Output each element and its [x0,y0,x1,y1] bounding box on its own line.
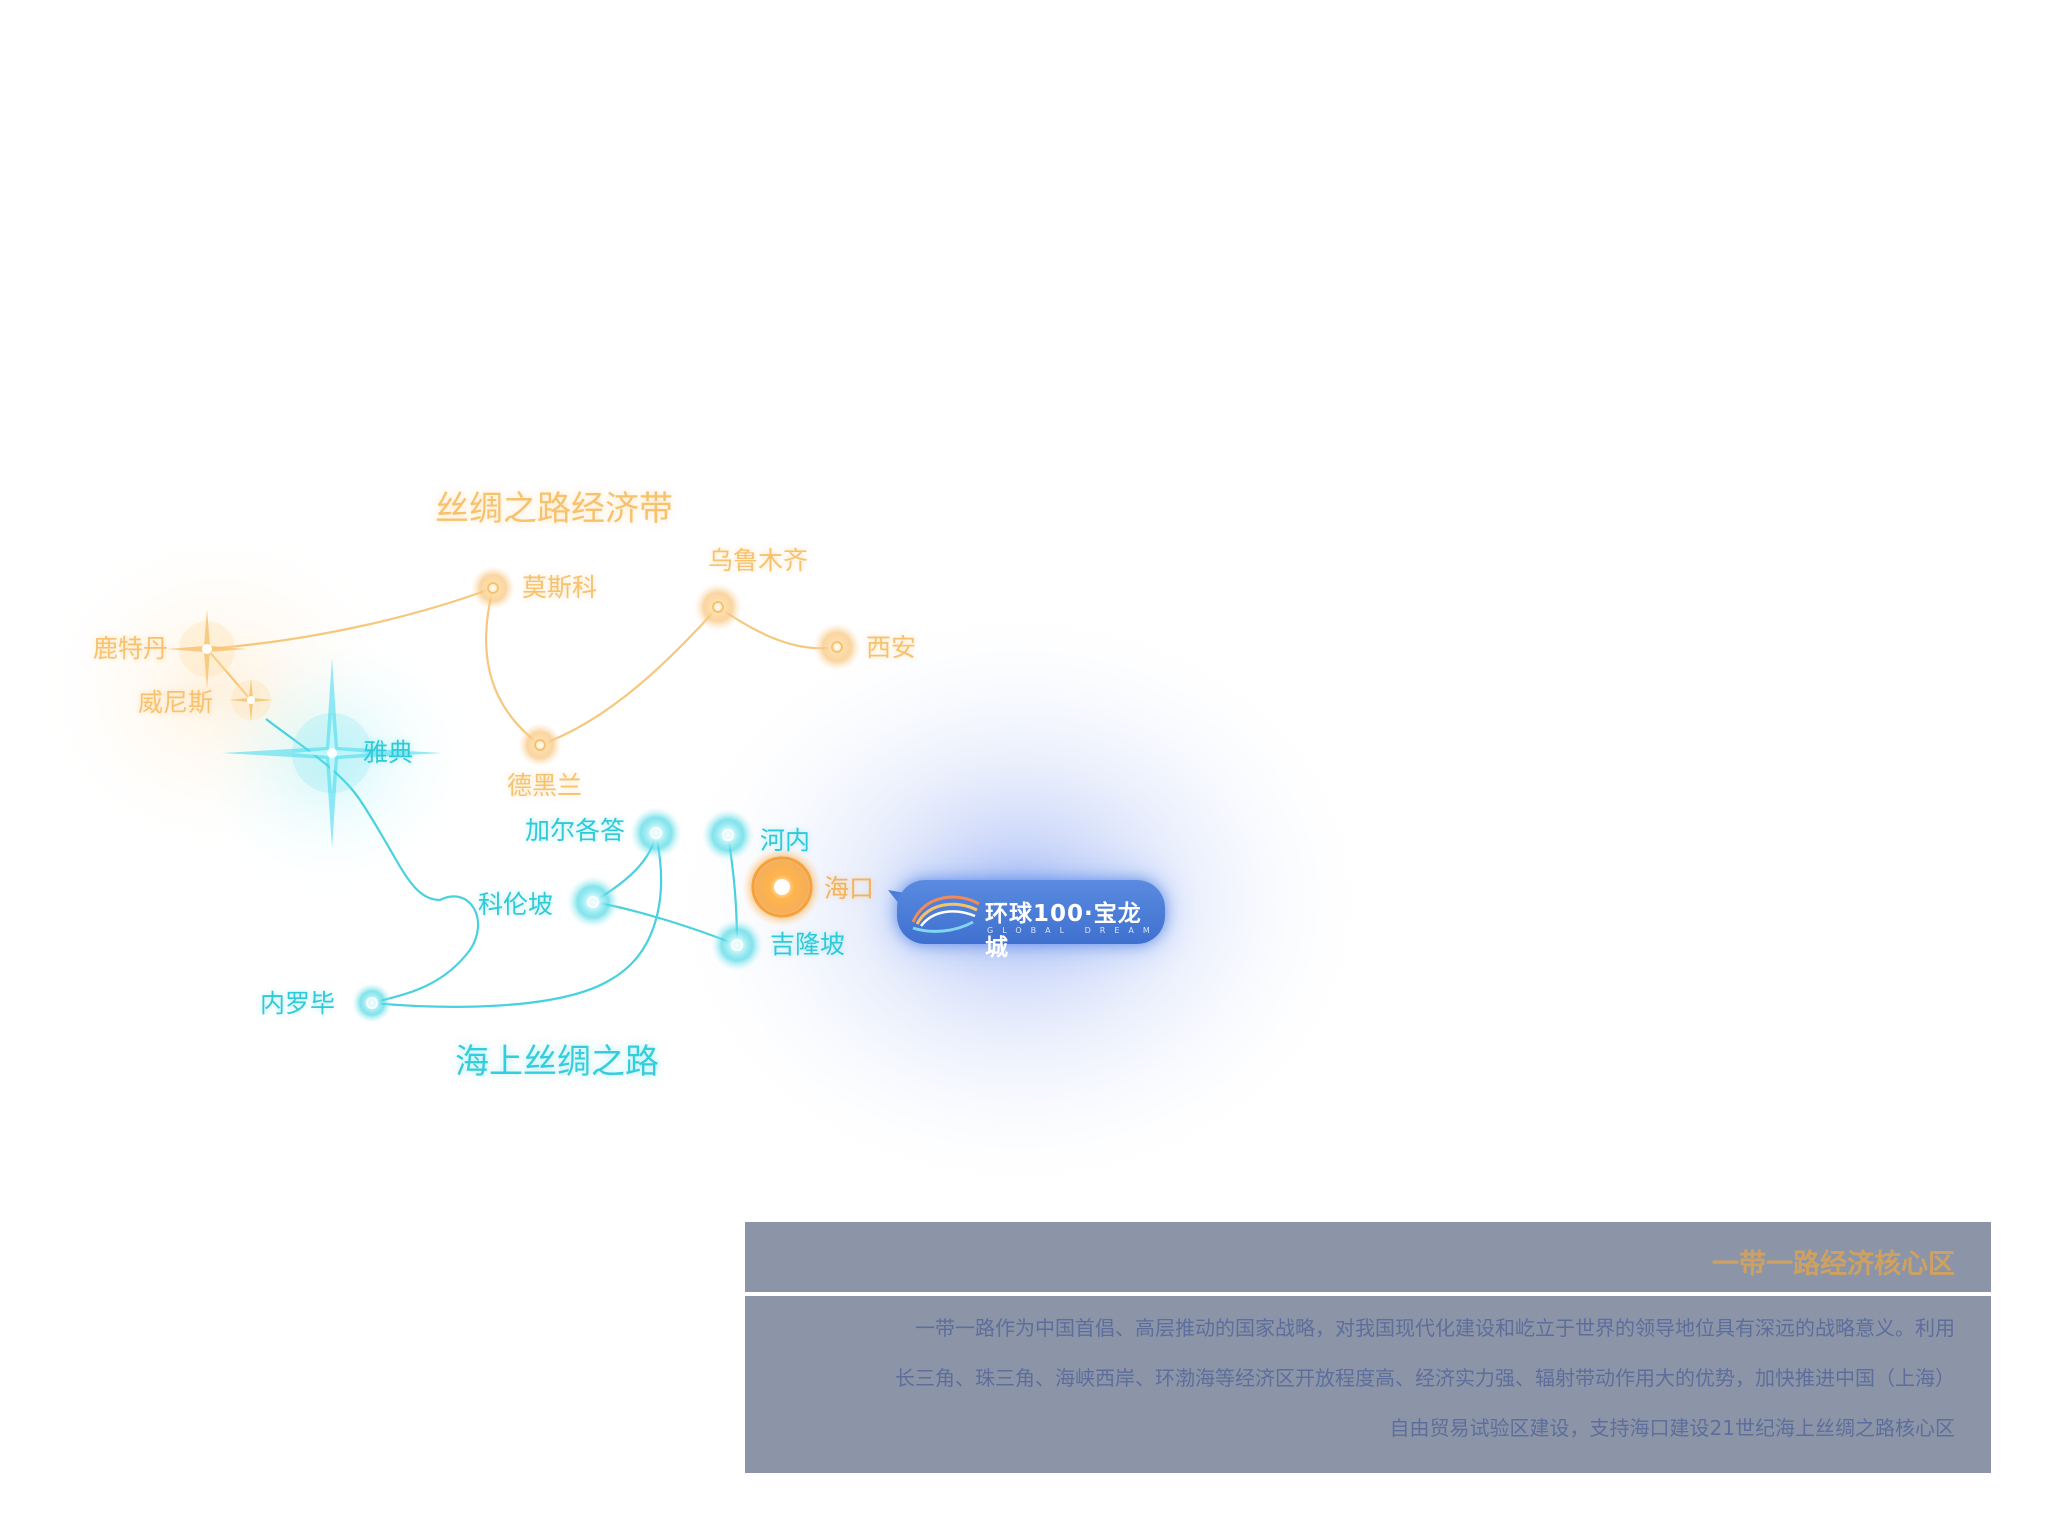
tehran-node [518,723,562,767]
city-label-haikou: 海口 [824,874,875,903]
info-panel: 一带一路经济核心区 一带一路作为中国首倡、高层推动的国家战略，对我国现代化建设和… [745,1222,1991,1473]
colombo-node [567,876,619,928]
city-label-hanoi: 河内 [760,826,811,855]
nairobi-node [352,983,392,1023]
city-label-kolkata: 加尔各答 [525,816,626,845]
brand-logo-icon [911,895,980,933]
silk-road-title: 丝绸之路经济带 [435,489,673,529]
panel-text-line-1: 一带一路作为中国首倡、高层推动的国家战略，对我国现代化建设和屹立于世界的领导地位… [915,1316,1955,1340]
panel-body: 一带一路作为中国首倡、高层推动的国家战略，对我国现代化建设和屹立于世界的领导地位… [745,1296,1991,1473]
brand-badge: 环球100·宝龙城 GLOBAL DREAM [897,880,1165,961]
panel-text-line-2: 长三角、珠三角、海峡西岸、环渤海等经济区开放程度高、经济实力强、辐射带动作用大的… [895,1366,1955,1390]
brand-subtitle: GLOBAL DREAM [987,926,1159,935]
maritime-title: 海上丝绸之路 [455,1042,659,1082]
city-label-venice: 威尼斯 [138,688,214,717]
city-label-rotterdam: 鹿特丹 [93,634,169,663]
city-label-nairobi: 内罗毕 [260,989,336,1018]
moscow-node [471,566,515,610]
city-label-athens: 雅典 [363,738,414,767]
panel-title: 一带一路经济核心区 [1712,1249,1955,1280]
xian-node [813,623,861,671]
hanoi-node [702,809,754,861]
city-label-colombo: 科伦坡 [478,890,554,919]
panel-text-line-3: 自由贸易试验区建设，支持海口建设21世纪海上丝绸之路核心区 [1389,1416,1955,1440]
haikou-hub-node [742,847,822,927]
city-label-urumqi: 乌鲁木齐 [708,546,809,575]
kolkata-node [630,807,682,859]
panel-header: 一带一路经济核心区 [745,1222,1991,1292]
city-label-tehran: 德黑兰 [507,771,583,800]
city-label-moscow: 莫斯科 [522,573,598,602]
city-label-kuala-lumpur: 吉隆坡 [770,930,846,959]
urumqi-node [694,583,742,631]
city-label-xian: 西安 [866,633,917,662]
kuala-lumpur-node [711,919,763,971]
